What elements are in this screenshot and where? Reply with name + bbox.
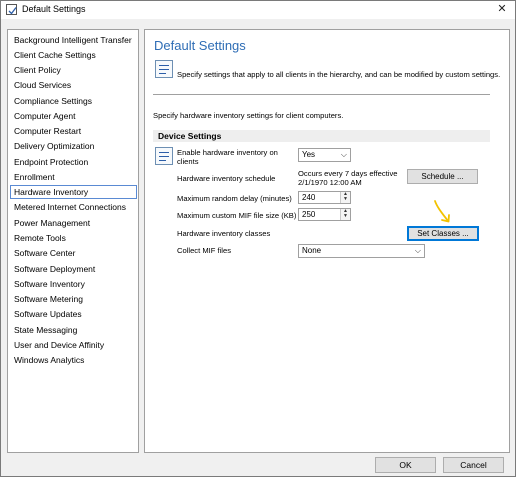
nav-item-compliance-settings[interactable]: Compliance Settings	[10, 94, 137, 108]
schedule-value-line2: 2/1/1970 12:00 AM	[298, 178, 362, 187]
nav-item-enrollment[interactable]: Enrollment	[10, 170, 137, 184]
nav-item-endpoint-protection[interactable]: Endpoint Protection	[10, 155, 137, 169]
settings-dialog: Default Settings ✕ Background Intelligen…	[0, 0, 516, 477]
nav-item-power-management[interactable]: Power Management	[10, 216, 137, 230]
enable-hardware-inventory-value: Yes	[302, 150, 316, 159]
nav-item-software-deployment[interactable]: Software Deployment	[10, 262, 137, 276]
section-title: Device Settings	[158, 131, 222, 141]
max-mif-size-value: 250	[302, 210, 316, 219]
nav-item-software-center[interactable]: Software Center	[10, 246, 137, 260]
nav-item-delivery-optimization[interactable]: Delivery Optimization	[10, 139, 137, 153]
enable-hardware-inventory-select[interactable]: Yes ⌵	[298, 148, 351, 162]
stepper-arrows-icon[interactable]: ▲ ▼	[340, 209, 350, 220]
chevron-down-icon: ⌵	[414, 246, 421, 255]
nav-item-windows-analytics[interactable]: Windows Analytics	[10, 353, 137, 367]
nav-item-user-and-device-affinity[interactable]: User and Device Affinity	[10, 338, 137, 352]
max-mif-size-stepper[interactable]: 250 ▲ ▼	[298, 208, 351, 221]
schedule-label: Hardware inventory schedule	[177, 174, 276, 183]
title-bar: Default Settings ✕	[1, 1, 515, 19]
close-icon[interactable]: ✕	[495, 2, 509, 16]
nav-item-hardware-inventory[interactable]: Hardware Inventory	[10, 185, 137, 199]
window-title: Default Settings	[22, 4, 86, 14]
nav-item-software-inventory[interactable]: Software Inventory	[10, 277, 137, 291]
schedule-button[interactable]: Schedule ...	[407, 169, 478, 184]
annotation-arrow-icon	[434, 200, 450, 223]
nav-item-computer-restart[interactable]: Computer Restart	[10, 124, 137, 138]
schedule-value-line1: Occurs every 7 days effective	[298, 169, 398, 178]
collect-mif-files-select[interactable]: None ⌵	[298, 244, 425, 258]
max-random-delay-value: 240	[302, 193, 316, 202]
nav-item-cloud-services[interactable]: Cloud Services	[10, 78, 137, 92]
device-settings-header: Device Settings	[153, 130, 490, 142]
nav-item-client-cache-settings[interactable]: Client Cache Settings	[10, 48, 137, 62]
nav-item-software-metering[interactable]: Software Metering	[10, 292, 137, 306]
nav-item-background-intelligent-transfer[interactable]: Background Intelligent Transfer	[10, 33, 137, 47]
nav-item-software-updates[interactable]: Software Updates	[10, 307, 137, 321]
page-title: Default Settings	[154, 38, 246, 53]
settings-description: Specify settings that apply to all clien…	[177, 70, 501, 79]
stepper-arrows-icon[interactable]: ▲ ▼	[340, 192, 350, 203]
nav-item-client-policy[interactable]: Client Policy	[10, 63, 137, 77]
ok-button[interactable]: OK	[375, 457, 436, 473]
divider	[153, 94, 490, 95]
set-classes-button[interactable]: Set Classes ...	[407, 226, 479, 241]
settings-check-icon	[6, 4, 17, 15]
settings-category-list: Background Intelligent Transfer Client C…	[7, 29, 139, 453]
nav-item-computer-agent[interactable]: Computer Agent	[10, 109, 137, 123]
cancel-button[interactable]: Cancel	[443, 457, 504, 473]
settings-document-icon	[155, 60, 173, 78]
max-mif-size-label: Maximum custom MIF file size (KB)	[177, 211, 297, 220]
nav-item-remote-tools[interactable]: Remote Tools	[10, 231, 137, 245]
collect-mif-files-label: Collect MIF files	[177, 246, 232, 255]
hardware-inventory-classes-label: Hardware inventory classes	[177, 229, 271, 238]
nav-item-state-messaging[interactable]: State Messaging	[10, 323, 137, 337]
settings-content-pane: Default Settings Specify settings that a…	[144, 29, 510, 453]
nav-item-metered-internet-connections[interactable]: Metered Internet Connections	[10, 200, 137, 214]
chevron-down-icon: ⌵	[340, 150, 347, 159]
max-random-delay-label: Maximum random delay (minutes)	[177, 194, 292, 203]
enable-hardware-inventory-label: Enable hardware inventory on clients	[177, 148, 278, 166]
max-random-delay-stepper[interactable]: 240 ▲ ▼	[298, 191, 351, 204]
hardware-inventory-description: Specify hardware inventory settings for …	[153, 111, 344, 120]
device-settings-icon	[155, 147, 173, 165]
collect-mif-files-value: None	[302, 246, 322, 255]
